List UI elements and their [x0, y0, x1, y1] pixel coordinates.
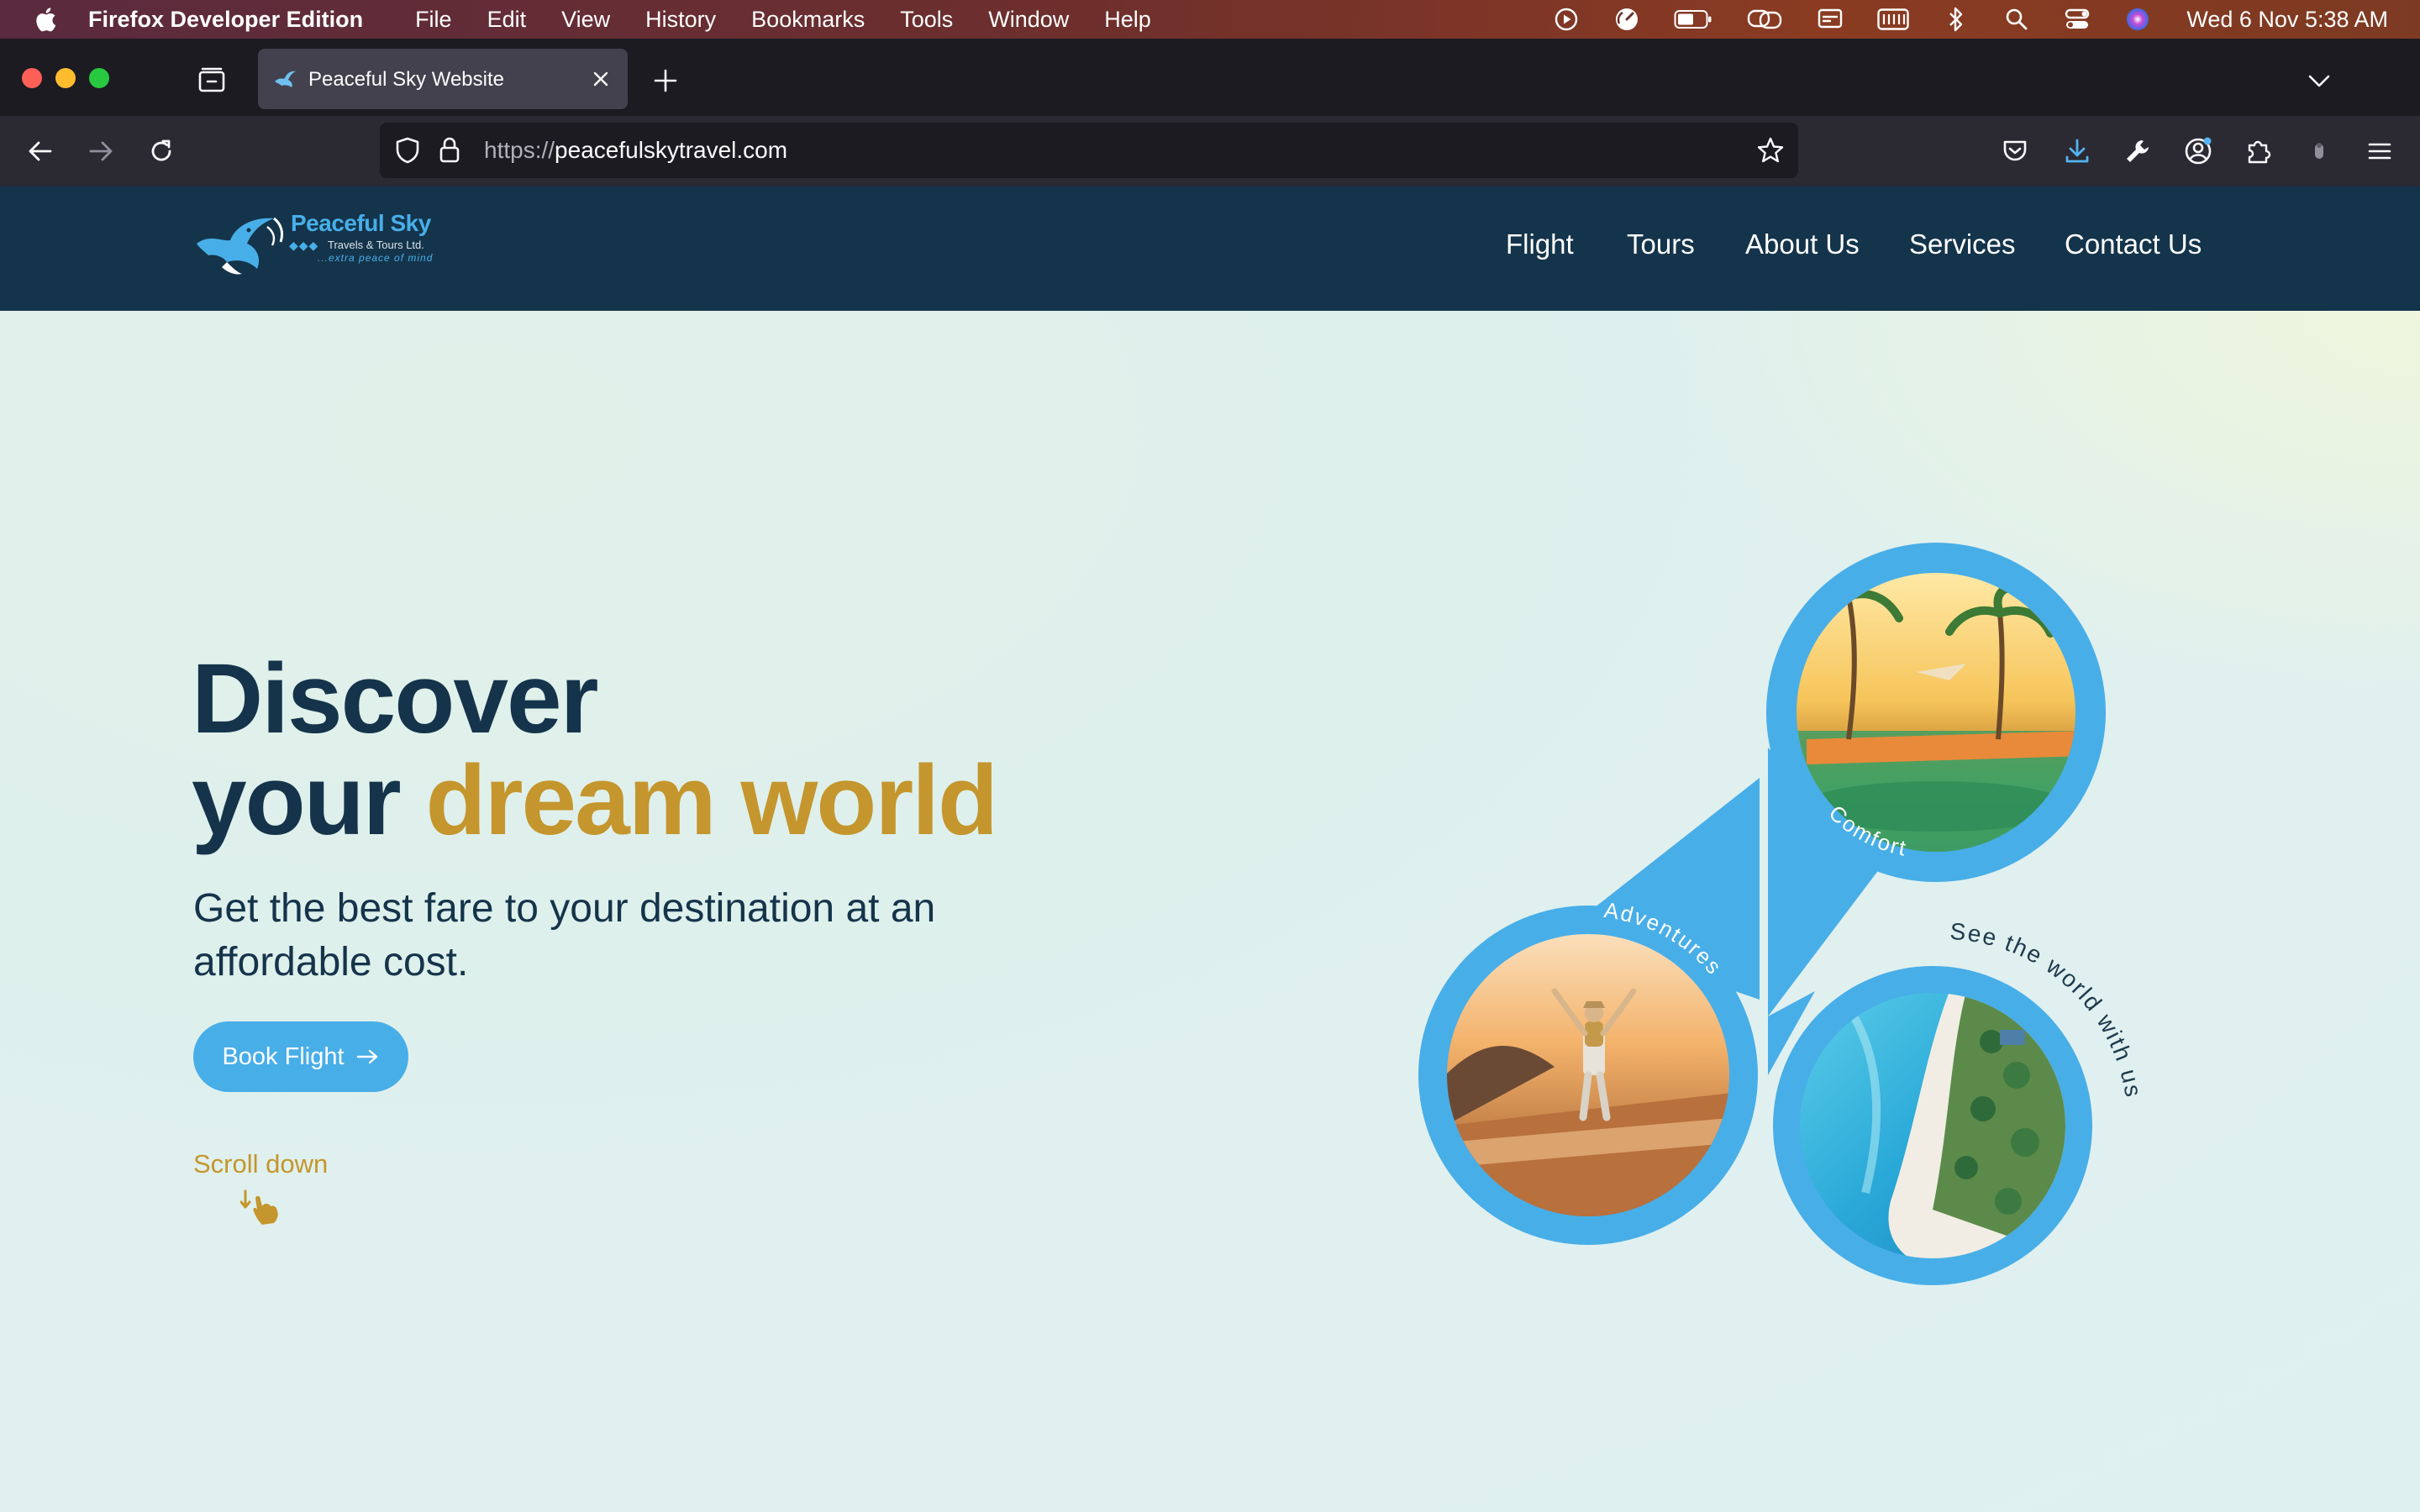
logo-tagline: ...extra peace of mind [318, 252, 434, 264]
menu-help[interactable]: Help [1104, 7, 1151, 33]
nav-about-us[interactable]: About Us [1745, 228, 1860, 269]
menu-window[interactable]: Window [988, 7, 1069, 33]
hamburger-menu-icon[interactable] [2361, 133, 2398, 170]
extension-icon[interactable] [2301, 133, 2338, 170]
nav-contact-us[interactable]: Contact Us [2065, 228, 2202, 269]
headline-accent: dream world [425, 745, 999, 856]
url-host: peacefulskytravel.com [555, 137, 788, 163]
cast-icon[interactable] [1817, 6, 1844, 33]
bird-favicon-icon [275, 71, 296, 87]
pointing-hand-down-icon[interactable] [240, 1186, 284, 1226]
back-arrow-icon[interactable] [22, 133, 59, 170]
menu-app-name[interactable]: Firefox Developer Edition [88, 7, 363, 33]
tab-title: Peaceful Sky Website [308, 68, 505, 91]
lock-icon[interactable] [434, 134, 466, 166]
book-flight-button[interactable]: Book Flight [193, 1021, 408, 1092]
bookmark-star-icon[interactable] [1754, 134, 1786, 166]
screen-mirror-icon[interactable] [1746, 6, 1783, 33]
logo-diamond-icons: ◆◆◆ [289, 239, 319, 252]
url-text[interactable]: https://peacefulskytravel.com [484, 137, 787, 164]
play-icon[interactable] [1553, 6, 1580, 33]
hero-destinations-artwork: Comfort Adventures See the world with us [1418, 543, 2145, 1285]
new-tab-plus-icon[interactable] [649, 64, 682, 97]
speed-gauge-icon[interactable] [1613, 6, 1640, 33]
menu-file[interactable]: File [415, 7, 452, 33]
siri-icon[interactable] [2124, 6, 2151, 33]
logo-subtitle: Travels & Tours Ltd. [328, 239, 424, 251]
account-avatar-icon[interactable] [2180, 133, 2217, 170]
nav-services[interactable]: Services [1909, 228, 2016, 269]
macos-menu-bar: Firefox Developer Edition File Edit View… [0, 0, 2420, 39]
nav-flight[interactable]: Flight [1506, 228, 1574, 269]
dove-logo-icon [197, 217, 284, 275]
spotlight-search-icon[interactable] [2003, 6, 2030, 33]
arrow-right-icon [356, 1049, 377, 1064]
nav-tours[interactable]: Tours [1627, 228, 1695, 269]
hero-headline-line2: your dream world [192, 750, 998, 851]
developer-tools-wrench-icon[interactable] [2119, 133, 2156, 170]
apple-logo-icon[interactable] [32, 5, 57, 34]
url-scheme: https:// [484, 137, 555, 163]
menu-view[interactable]: View [561, 7, 610, 33]
hero-subtext: Get the best fare to your destination at… [193, 886, 936, 984]
tab-active[interactable]: Peaceful Sky Website [258, 49, 628, 109]
extensions-puzzle-icon[interactable] [2240, 133, 2277, 170]
reload-icon[interactable] [143, 133, 180, 170]
tab-close-icon[interactable] [587, 66, 614, 92]
menu-bookmarks[interactable]: Bookmarks [751, 7, 865, 33]
pocket-icon[interactable] [1996, 133, 2033, 170]
tracking-protection-shield-icon[interactable] [392, 134, 424, 166]
hero-headline-line1: Discover [192, 643, 599, 754]
downloads-icon[interactable] [2059, 133, 2096, 170]
logo-brand-name: Peaceful Sky [291, 210, 431, 236]
window-close-button[interactable] [22, 68, 42, 88]
window-zoom-button[interactable] [89, 68, 109, 88]
control-center-icon[interactable] [2064, 6, 2091, 33]
list-all-tabs-chevron-icon[interactable] [2302, 64, 2336, 97]
scroll-down-link[interactable]: Scroll down [193, 1149, 328, 1179]
menu-edit[interactable]: Edit [487, 7, 527, 33]
keyboard-icon[interactable] [1877, 6, 1910, 33]
address-bar[interactable]: https://peacefulskytravel.com [380, 123, 1798, 178]
menu-history[interactable]: History [645, 7, 716, 33]
app-menus: Firefox Developer Edition File Edit View… [88, 0, 1186, 39]
battery-icon[interactable] [1674, 6, 1712, 33]
firefox-view-icon[interactable] [195, 64, 229, 97]
clock[interactable]: Wed 6 Nov 5:38 AM [2186, 7, 2388, 33]
bluetooth-icon[interactable] [1943, 6, 1970, 33]
menu-tools[interactable]: Tools [900, 7, 953, 33]
window-minimize-button[interactable] [55, 68, 76, 88]
book-flight-label: Book Flight [222, 1042, 345, 1070]
site-logo[interactable]: Peaceful Sky ◆◆◆ Travels & Tours Ltd. ..… [193, 208, 437, 277]
forward-arrow-icon[interactable] [82, 133, 119, 170]
headline-plain: your [192, 745, 426, 856]
status-area: Wed 6 Nov 5:38 AM [1519, 0, 2388, 39]
